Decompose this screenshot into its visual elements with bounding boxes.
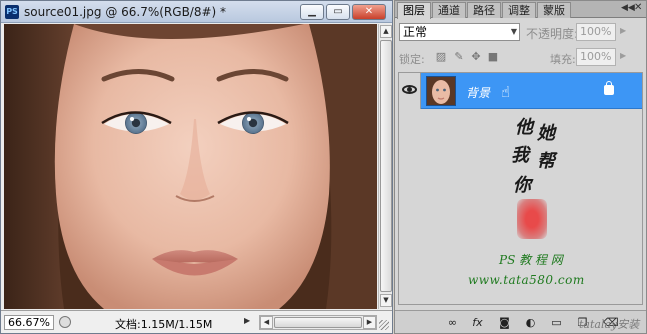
panel-tabs: 图层 通道 路径 调整 蒙版 ◀◀ ✕ <box>395 1 646 19</box>
site-watermark: 他 她 我 帮 你 PS 教 程 网 www.tata580.com <box>468 113 639 303</box>
tab-adjustments[interactable]: 调整 <box>502 2 536 18</box>
watermark-glyph: 她 <box>537 123 555 144</box>
document-titlebar[interactable]: PS source01.jpg @ 66.7%(RGB/8#) * ▁ ▭ ✕ <box>1 1 392 23</box>
fill-slider-icon[interactable]: ▶ <box>620 51 626 60</box>
lock-all-icon[interactable]: ■ <box>486 50 500 64</box>
image-canvas[interactable] <box>4 24 377 309</box>
watermark-glyph: 帮 <box>537 151 555 172</box>
layers-panel: 图层 通道 路径 调整 蒙版 ◀◀ ✕ 正常 ▼ 不透明度: 100% ▶ 锁定… <box>394 0 647 334</box>
vertical-scrollbar[interactable]: ▲ ▼ <box>378 24 392 309</box>
layer-thumbnail <box>426 76 456 106</box>
vertical-scroll-thumb[interactable] <box>380 40 392 292</box>
lock-fill-row: 锁定: ▨ ✎ ✥ ■ 填充: 100% ▶ <box>399 48 643 67</box>
photoshop-app-icon: PS <box>5 5 19 19</box>
lock-icon <box>604 81 614 95</box>
corner-watermark: tatalay安装 <box>579 318 640 331</box>
fill-field[interactable]: 100% <box>576 48 616 66</box>
tab-paths[interactable]: 路径 <box>467 2 501 18</box>
resize-grip-icon[interactable] <box>379 320 389 330</box>
watermark-glyph: 我 <box>511 145 529 166</box>
scroll-left-icon[interactable]: ◀ <box>260 316 273 329</box>
blend-opacity-row: 正常 ▼ 不透明度: 100% ▶ <box>399 23 643 42</box>
document-status-bar: 66.67% 文档:1.15M/1.15M ▶ ◀ ▶ <box>1 310 392 333</box>
panel-collapse-icon[interactable]: ◀◀ <box>621 3 635 13</box>
tab-layers[interactable]: 图层 <box>397 2 431 19</box>
lock-label: 锁定: <box>399 53 425 66</box>
opacity-field[interactable]: 100% <box>576 23 616 41</box>
watermark-url: www.tata580.com <box>468 273 585 287</box>
visibility-toggle[interactable] <box>399 73 421 109</box>
tab-channels[interactable]: 通道 <box>432 2 466 18</box>
tab-masks[interactable]: 蒙版 <box>537 2 571 18</box>
scroll-right-icon[interactable]: ▶ <box>363 316 376 329</box>
scroll-down-icon[interactable]: ▼ <box>380 294 392 307</box>
watermark-site-name: PS 教 程 网 <box>499 253 563 267</box>
status-menu-icon[interactable] <box>59 316 71 328</box>
zoom-level-field[interactable]: 66.67% <box>4 315 54 330</box>
layer-name[interactable]: 背景 <box>466 84 490 101</box>
chevron-down-icon: ▼ <box>510 27 517 36</box>
fill-label: 填充: <box>550 53 576 66</box>
restore-button[interactable]: ▭ <box>326 4 350 20</box>
link-layers-icon[interactable]: ∞ <box>445 316 460 329</box>
red-seal-stamp <box>517 199 547 239</box>
panel-close-icon[interactable]: ✕ <box>634 2 642 13</box>
document-title: source01.jpg @ 66.7%(RGB/8#) * <box>24 5 227 19</box>
group-folder-icon[interactable]: ▭ <box>549 316 564 329</box>
opacity-label: 不透明度: <box>526 27 579 41</box>
lock-pixels-icon[interactable]: ✎ <box>452 50 466 64</box>
blend-mode-value: 正常 <box>403 25 428 39</box>
watermark-glyph: 你 <box>513 175 531 196</box>
portrait-image <box>4 24 377 309</box>
layers-list: 背景 ☝ 他 她 我 帮 你 PS 教 程 网 www.tata580.com <box>398 72 643 305</box>
mask-icon[interactable]: ◙ <box>497 316 512 329</box>
opacity-slider-icon[interactable]: ▶ <box>620 26 626 35</box>
document-window: PS source01.jpg @ 66.7%(RGB/8#) * ▁ ▭ ✕ <box>0 0 393 334</box>
adjustment-layer-icon[interactable]: ◐ <box>523 316 538 329</box>
minimize-button[interactable]: ▁ <box>300 4 324 20</box>
horizontal-scroll-thumb[interactable] <box>274 317 362 328</box>
watermark-glyph: 他 <box>515 117 533 138</box>
fx-icon[interactable]: fx <box>470 316 485 329</box>
lock-position-icon[interactable]: ✥ <box>469 50 483 64</box>
close-button[interactable]: ✕ <box>352 4 386 20</box>
layer-row-background[interactable]: 背景 ☝ <box>399 73 642 109</box>
document-size-info: 文档:1.15M/1.15M <box>115 318 213 331</box>
scroll-up-icon[interactable]: ▲ <box>380 25 392 38</box>
eye-icon <box>402 85 417 94</box>
status-arrow-icon[interactable]: ▶ <box>244 316 250 325</box>
horizontal-scrollbar[interactable]: ◀ ▶ <box>259 315 377 330</box>
hand-cursor-icon: ☝ <box>501 83 511 101</box>
blend-mode-select[interactable]: 正常 ▼ <box>399 23 520 41</box>
lock-transparent-icon[interactable]: ▨ <box>434 50 448 64</box>
